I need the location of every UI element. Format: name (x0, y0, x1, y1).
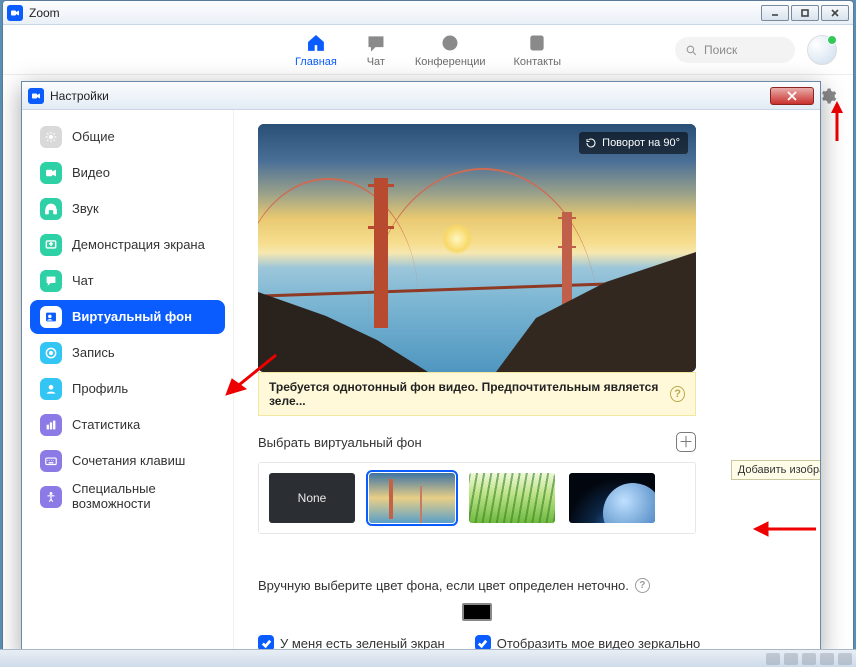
rotate-90-button[interactable]: Поворот на 90° (579, 132, 688, 154)
settings-close-button[interactable] (770, 87, 814, 105)
keyboard-icon (40, 450, 62, 472)
clock-icon (439, 32, 461, 54)
stats-icon (40, 414, 62, 436)
zoom-logo-icon (7, 5, 23, 21)
sidebar-item-audio[interactable]: Звук (30, 192, 225, 226)
sidebar-item-virtual-background[interactable]: Виртуальный фон (30, 300, 225, 334)
sidebar-item-recording[interactable]: Запись (30, 336, 225, 370)
nav-home[interactable]: Главная (295, 32, 337, 68)
gear-icon (819, 87, 837, 105)
rotate-label: Поворот на 90° (602, 137, 680, 149)
annotation-arrow-add (752, 515, 818, 543)
sidebar-item-shortcuts[interactable]: Сочетания клавиш (30, 444, 225, 478)
help-icon[interactable]: ? (635, 578, 650, 593)
minimize-button[interactable] (761, 5, 789, 21)
sidebar-label: Виртуальный фон (72, 310, 192, 325)
virtual-background-icon (40, 306, 62, 328)
nav-home-label: Главная (295, 56, 337, 68)
sidebar-label: Специальные возможности (72, 482, 215, 512)
rotate-icon (585, 137, 597, 149)
sidebar-label: Статистика (72, 418, 140, 433)
search-input[interactable]: Поиск (675, 37, 795, 63)
manual-color-label: Вручную выберите цвет фона, если цвет оп… (258, 578, 629, 593)
close-icon (786, 91, 798, 101)
avatar[interactable] (807, 35, 837, 65)
chat-icon (40, 270, 62, 292)
maximize-button[interactable] (791, 5, 819, 21)
window-buttons (761, 5, 849, 21)
sidebar-item-statistics[interactable]: Статистика (30, 408, 225, 442)
settings-title: Настройки (50, 89, 770, 103)
sidebar-item-chat[interactable]: Чат (30, 264, 225, 298)
sidebar-label: Чат (72, 274, 94, 289)
add-image-button[interactable]: ＋ (676, 432, 696, 452)
zoom-titlebar[interactable]: Zoom (3, 1, 853, 25)
home-icon (305, 32, 327, 54)
sidebar-item-general[interactable]: Общие (30, 120, 225, 154)
help-icon[interactable]: ? (670, 386, 685, 402)
accessibility-icon (40, 486, 62, 508)
share-screen-icon (40, 234, 62, 256)
zoom-title: Zoom (29, 6, 761, 20)
nav-meetings-label: Конференции (415, 56, 486, 68)
choose-background-label: Выбрать виртуальный фон (258, 435, 422, 450)
settings-sidebar: Общие Видео Звук Демонстрация экрана Чат (22, 110, 234, 656)
contacts-icon (526, 32, 548, 54)
windows-taskbar[interactable] (0, 649, 856, 667)
nav-chat[interactable]: Чат (365, 32, 387, 68)
background-option-grass[interactable] (469, 473, 555, 523)
background-thumbnails: None (258, 462, 696, 534)
video-preview: Поворот на 90° (258, 124, 696, 372)
sidebar-label: Профиль (72, 382, 128, 397)
sidebar-label: Демонстрация экрана (72, 238, 205, 253)
warning-text: Требуется однотонный фон видео. Предпочт… (269, 380, 662, 408)
warning-bar: Требуется однотонный фон видео. Предпочт… (258, 372, 696, 416)
video-icon (40, 162, 62, 184)
zoom-logo-icon (28, 88, 44, 104)
background-option-space[interactable] (569, 473, 655, 523)
headphones-icon (40, 198, 62, 220)
background-option-none[interactable]: None (269, 473, 355, 523)
settings-window: Настройки Общие Видео Звук (21, 81, 821, 657)
none-label: None (298, 491, 327, 505)
sidebar-item-accessibility[interactable]: Специальные возможности (30, 480, 225, 514)
background-color-swatch[interactable] (462, 603, 492, 621)
sidebar-item-share-screen[interactable]: Демонстрация экрана (30, 228, 225, 262)
settings-gear-button[interactable] (819, 87, 837, 110)
settings-titlebar[interactable]: Настройки (22, 82, 820, 110)
sidebar-label: Видео (72, 166, 110, 181)
sidebar-label: Общие (72, 130, 115, 145)
nav-meetings[interactable]: Конференции (415, 32, 486, 68)
search-icon (685, 44, 698, 57)
sidebar-label: Сочетания клавиш (72, 454, 185, 469)
add-image-tooltip: Добавить изображение (731, 460, 820, 480)
nav-contacts-label: Контакты (514, 56, 562, 68)
sidebar-item-video[interactable]: Видео (30, 156, 225, 190)
record-icon (40, 342, 62, 364)
chat-icon (365, 32, 387, 54)
search-placeholder: Поиск (704, 43, 737, 57)
profile-icon (40, 378, 62, 400)
background-option-bridge[interactable] (369, 473, 455, 523)
nav-contacts[interactable]: Контакты (514, 32, 562, 68)
zoom-main-window: Zoom Главная Чат Конференции Контакты (2, 0, 854, 665)
gear-icon (40, 126, 62, 148)
settings-content: Поворот на 90° Требуется однотонный фон … (234, 110, 820, 656)
sidebar-item-profile[interactable]: Профиль (30, 372, 225, 406)
zoom-top-nav: Главная Чат Конференции Контакты Поиск (3, 25, 853, 75)
close-button[interactable] (821, 5, 849, 21)
nav-chat-label: Чат (367, 56, 385, 68)
sidebar-label: Звук (72, 202, 99, 217)
sidebar-label: Запись (72, 346, 115, 361)
